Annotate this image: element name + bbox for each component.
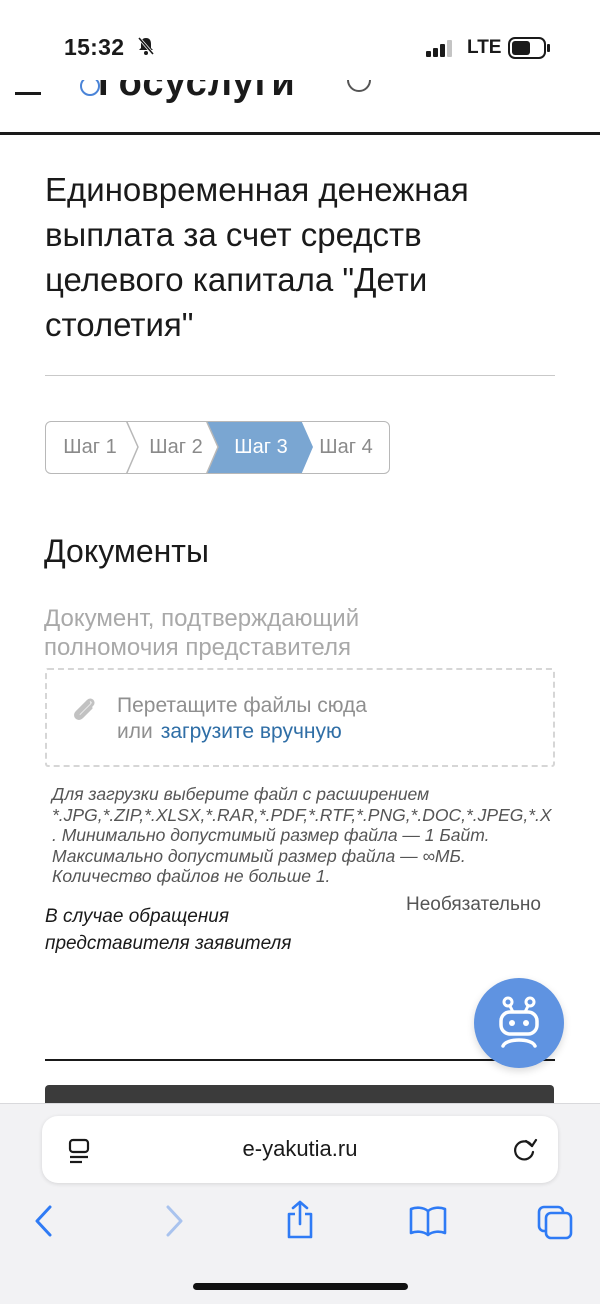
status-bar: 15:32 LTE <box>0 0 600 80</box>
page-title: Единовременная денежная выплата за счет … <box>45 171 469 343</box>
reload-icon[interactable] <box>512 1137 538 1168</box>
cell-signal-icon <box>426 39 456 62</box>
address-bar[interactable]: e-yakutia.ru <box>42 1116 558 1183</box>
step-indicator: Шаг 1 Шаг 2 Шаг 3 Шаг 4 <box>45 421 390 474</box>
url-text: e-yakutia.ru <box>242 1136 358 1161</box>
logo-emblem-icon <box>80 80 100 96</box>
browser-toolbar: e-yakutia.ru <box>0 1103 600 1304</box>
step-1: Шаг 1 <box>63 436 117 458</box>
hint-line: . Минимально допустимый размер файла — 1… <box>52 825 490 845</box>
forward-icon[interactable] <box>163 1204 185 1243</box>
section-title-documents: Документы <box>44 533 209 569</box>
divider <box>45 375 555 376</box>
file-dropzone[interactable]: Перетащите файлы сюда или загрузите вручн… <box>45 668 555 767</box>
search-icon[interactable] <box>347 80 371 92</box>
menu-icon[interactable] <box>15 92 41 95</box>
hint-line: Количество файлов не больше 1. <box>52 866 331 886</box>
hint-line: Для загрузки выберите файл с расширением <box>52 784 430 804</box>
document-field-label: Документ, подтверждающий полномочия пред… <box>44 605 360 661</box>
site-logo[interactable]: Госуслуги <box>98 80 296 105</box>
upload-hint: Для загрузки выберите файл с расширением… <box>52 784 600 887</box>
back-icon[interactable] <box>33 1204 55 1243</box>
step-3-active: Шаг 3 <box>234 436 288 458</box>
upload-manually-link[interactable]: загрузите вручную <box>161 720 342 743</box>
battery-icon <box>508 37 552 64</box>
step-2: Шаг 2 <box>149 436 203 458</box>
site-header: Госуслуги <box>0 80 600 135</box>
optional-label: Необязательно <box>406 894 541 915</box>
tabs-icon[interactable] <box>536 1204 574 1245</box>
field-underline <box>45 1059 555 1061</box>
dropzone-or: или <box>117 720 153 743</box>
network-type: LTE <box>467 37 502 58</box>
representative-case-text: В случае обращения представителя заявите… <box>45 906 292 954</box>
assistant-bot-button[interactable] <box>474 978 564 1068</box>
dropzone-alt: или загрузите вручную <box>117 720 342 744</box>
home-indicator <box>193 1283 408 1290</box>
dropzone-text: Перетащите файлы сюда <box>117 694 367 717</box>
share-icon[interactable] <box>285 1200 315 1245</box>
silent-bell-icon <box>137 36 155 61</box>
paperclip-icon <box>69 695 99 730</box>
bookmarks-icon[interactable] <box>408 1205 448 1242</box>
status-time: 15:32 <box>64 34 125 60</box>
step-4: Шаг 4 <box>319 436 373 458</box>
robot-icon <box>499 996 539 1048</box>
hint-line: Максимально допустимый размер файла — ∞М… <box>52 845 466 866</box>
hint-line: *.JPG,*.ZIP,*.XLSX,*.RAR,*.PDF,*.RTF,*.P… <box>52 804 552 825</box>
